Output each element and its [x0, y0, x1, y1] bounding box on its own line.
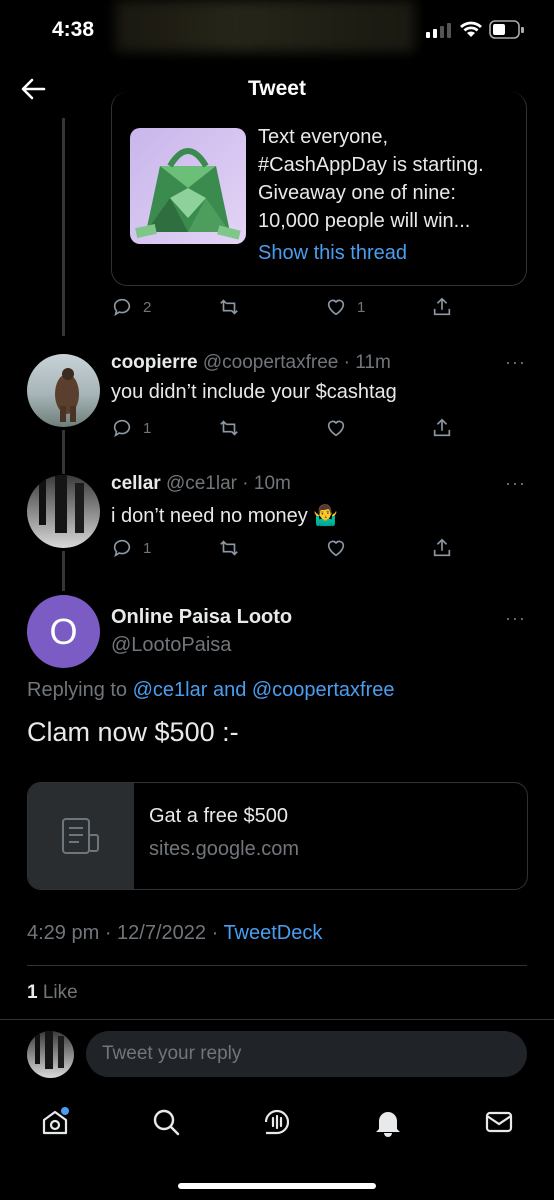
thread-line	[62, 551, 65, 591]
status-background-blur	[115, 0, 415, 52]
timestamp: 10m	[253, 473, 291, 494]
username[interactable]: @LootoPaisa	[111, 634, 231, 657]
reply-count: 2	[143, 298, 152, 316]
share-icon	[433, 538, 451, 557]
share-button[interactable]	[431, 417, 453, 439]
bottom-nav	[0, 1095, 554, 1155]
reply-icon	[113, 539, 131, 558]
replying-to: Replying to @ce1lar and @coopertaxfree	[27, 679, 394, 702]
display-name[interactable]: Online Paisa Looto	[111, 606, 292, 629]
likes-label: Like	[42, 982, 78, 1003]
share-button[interactable]	[431, 537, 453, 559]
retweet-button[interactable]	[218, 537, 240, 559]
likes-summary[interactable]: 1 Like	[27, 982, 78, 1004]
like-icon	[327, 420, 345, 437]
wifi-icon	[460, 21, 482, 37]
divider	[0, 1019, 554, 1020]
replying-label: Replying to	[27, 679, 128, 701]
more-icon[interactable]: ···	[505, 473, 526, 494]
reply-button[interactable]: 1	[111, 417, 151, 439]
reply-icon	[113, 298, 131, 317]
display-name[interactable]: coopierre	[111, 352, 198, 373]
quoted-text-line: #CashAppDay is starting.	[258, 154, 484, 176]
quoted-text-line: Giveaway one of nine:	[258, 182, 456, 204]
separator-dot: ·	[242, 473, 249, 494]
card-domain: sites.google.com	[149, 838, 300, 860]
quoted-text-line: Text everyone,	[258, 126, 389, 148]
quoted-tweet-text: Text everyone, #CashAppDay is starting. …	[258, 123, 518, 267]
thread-line	[62, 430, 65, 474]
tweet-source[interactable]: TweetDeck	[223, 922, 322, 944]
username[interactable]: @coopertaxfree	[203, 352, 338, 373]
messages-icon[interactable]	[484, 1107, 514, 1137]
reply-button[interactable]: 2	[111, 296, 151, 318]
avatar[interactable]	[27, 475, 100, 548]
tweet-timestamp: 4:29 pm · 12/7/2022 ·	[27, 922, 219, 944]
battery-icon	[489, 20, 524, 39]
retweet-icon	[220, 299, 238, 315]
tweet-actions: 2 1	[111, 296, 461, 322]
likes-count: 1	[27, 982, 38, 1003]
reply-text: you didn’t include your $cashtag	[111, 381, 397, 403]
status-time: 4:38	[52, 18, 95, 41]
status-bar: 4:38	[0, 0, 554, 60]
home-icon[interactable]	[40, 1107, 70, 1137]
reply-header: cellar @ce1lar · 10m	[111, 473, 291, 495]
like-button[interactable]	[325, 537, 347, 559]
username[interactable]: @ce1lar	[166, 473, 237, 494]
display-name[interactable]: cellar	[111, 473, 161, 494]
signal-icon	[426, 23, 451, 38]
link-preview-card[interactable]: Gat a free $500 sites.google.com	[27, 782, 528, 890]
reply-icon	[113, 419, 131, 438]
retweet-button[interactable]	[218, 296, 240, 318]
more-icon[interactable]: ···	[505, 352, 526, 373]
replying-to-users[interactable]: @ce1lar and @coopertaxfree	[133, 679, 395, 701]
share-icon	[433, 418, 451, 437]
avatar[interactable]	[27, 354, 100, 427]
divider	[27, 965, 527, 966]
timestamp: 11m	[355, 352, 391, 373]
reply-count: 1	[143, 419, 152, 437]
card-title: Gat a free $500	[149, 805, 288, 827]
like-button[interactable]	[325, 417, 347, 439]
reply-text: i don’t need no money 🤷‍♂️	[111, 505, 339, 527]
tweet-actions: 1	[111, 417, 461, 443]
retweet-icon	[220, 420, 238, 436]
link-thumbnail	[28, 783, 134, 889]
home-indicator[interactable]	[178, 1183, 376, 1189]
show-thread-link[interactable]: Show this thread	[258, 239, 518, 267]
reply-header: coopierre @coopertaxfree · 11m	[111, 352, 391, 374]
avatar	[27, 1031, 74, 1078]
tweet-actions: 1	[111, 537, 461, 563]
reply-button[interactable]: 1	[111, 537, 151, 559]
like-count: 1	[357, 298, 366, 316]
spaces-icon[interactable]	[262, 1107, 292, 1137]
tweet-meta: 4:29 pm · 12/7/2022 · TweetDeck	[27, 922, 322, 945]
notifications-icon[interactable]	[373, 1107, 403, 1137]
share-icon	[433, 297, 451, 316]
thread-line	[62, 118, 65, 336]
avatar[interactable]: O	[27, 595, 100, 668]
tweet-text: Clam now $500 :-	[27, 717, 239, 747]
search-icon[interactable]	[151, 1107, 181, 1137]
like-icon	[327, 299, 345, 316]
quoted-text-line: 10,000 people will win...	[258, 210, 471, 232]
quoted-tweet-image[interactable]	[130, 128, 246, 244]
separator-dot: ·	[343, 352, 350, 373]
retweet-icon	[220, 540, 238, 556]
reply-count: 1	[143, 539, 152, 557]
share-button[interactable]	[431, 296, 453, 318]
like-icon	[327, 540, 345, 557]
reply-input[interactable]: Tweet your reply	[86, 1031, 527, 1077]
document-icon	[62, 818, 99, 854]
more-icon[interactable]: ···	[505, 608, 526, 629]
retweet-button[interactable]	[218, 417, 240, 439]
like-button[interactable]: 1	[325, 296, 365, 318]
